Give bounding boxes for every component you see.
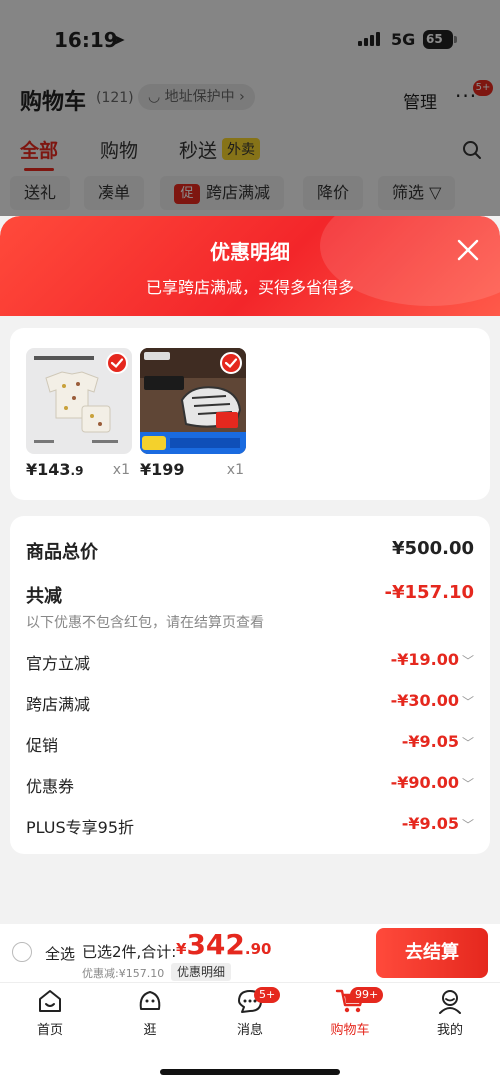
discount-note: 以下优惠不包含红包，请在结算页查看 <box>26 615 264 631</box>
discount-label: 促销 <box>26 736 59 755</box>
discount-label: PLUS专享95折 <box>26 818 134 837</box>
currency-symbol: ¥ <box>176 940 187 958</box>
product-image-shoes <box>140 348 246 454</box>
explore-icon <box>139 991 161 1010</box>
profile-icon <box>439 990 461 1014</box>
product-item[interactable]: ¥143.9 x1 <box>26 348 132 479</box>
discount-amount: -¥19.00 <box>390 650 459 669</box>
price-decimal: .9 <box>70 464 84 478</box>
discount-amount: -¥9.05 <box>401 814 459 833</box>
total-price-label: 商品总价 <box>26 542 98 563</box>
chevron-down-icon: ﹀ <box>461 736 474 750</box>
discount-value: -¥19.00 ﹀ <box>391 650 474 669</box>
discount-value: -¥9.05 ﹀ <box>402 814 474 833</box>
discount-value: -¥30.00 ﹀ <box>391 691 474 710</box>
tab-label: 首页 <box>36 1023 63 1038</box>
chevron-down-icon: ﹀ <box>461 695 474 709</box>
chevron-down-icon: ﹀ <box>461 654 474 668</box>
discount-amount: -¥90.00 <box>390 773 459 792</box>
select-all-radio[interactable] <box>12 942 32 962</box>
product-quantity: x1 <box>112 462 130 478</box>
discount-label: 跨店满减 <box>26 695 91 714</box>
price-summary-card: 商品总价 ¥500.00 共减 -¥157.10 以下优惠不包含红包，请在结算页… <box>10 516 490 854</box>
close-icon[interactable] <box>457 239 479 261</box>
sheet-title: 优惠明细 <box>210 240 290 264</box>
selected-check-icon <box>220 352 242 374</box>
product-image-pajamas <box>26 348 132 454</box>
tab-profile[interactable]: 我的 <box>410 987 490 1038</box>
product-item[interactable]: ¥199 x1 <box>140 348 246 479</box>
selected-products-card: ¥143.9 x1 ¥199 x1 <box>10 328 490 500</box>
total-reduction-label: 共减 <box>26 586 62 607</box>
tab-home[interactable]: 首页 <box>10 987 90 1038</box>
price-main: ¥199 <box>140 460 185 479</box>
tab-cart[interactable]: 99+ 购物车 <box>310 987 390 1038</box>
sheet-header: 优惠明细 已享跨店满减，买得多省得多 <box>0 216 500 316</box>
tab-label: 逛 <box>143 1023 157 1038</box>
chevron-down-icon: ﹀ <box>461 818 474 832</box>
checkout-button[interactable]: 去结算 <box>376 928 488 978</box>
discount-detail-sheet: 优惠明细 已享跨店满减，买得多省得多 ¥143.9 x1 ¥199 x1 商品总… <box>0 216 500 924</box>
tab-label: 购物车 <box>330 1023 370 1038</box>
select-all-label[interactable]: 全选 <box>45 943 75 964</box>
tab-label: 我的 <box>436 1023 463 1038</box>
cart-badge: 99+ <box>350 987 384 1003</box>
chevron-down-icon: ﹀ <box>461 777 474 791</box>
discount-value: -¥90.00 ﹀ <box>391 773 474 792</box>
product-price: ¥143.9 <box>26 460 83 479</box>
selected-info: 已选2件,合计: <box>82 943 177 961</box>
discount-label: 官方立减 <box>26 654 91 673</box>
product-price: ¥199 <box>140 460 185 479</box>
discount-label: 优惠券 <box>26 777 75 796</box>
discount-detail-button[interactable]: 优惠明细 <box>171 963 232 981</box>
tab-explore[interactable]: 逛 <box>110 987 190 1038</box>
checkout-total: ¥342.90 <box>176 928 271 961</box>
total-price-value: ¥500.00 <box>392 538 474 559</box>
checkout-bar: 全选 已选2件,合计: ¥342.90 优惠减:¥157.10 优惠明细 去结算 <box>0 924 500 982</box>
selected-check-icon <box>106 352 128 374</box>
home-icon <box>39 990 61 1012</box>
discount-amount: -¥30.00 <box>390 691 459 710</box>
total-integer: 342 <box>186 928 245 961</box>
discount-summary: 优惠减:¥157.10 <box>82 967 165 980</box>
home-indicator <box>160 1069 340 1075</box>
total-decimal: .90 <box>244 940 272 958</box>
discount-value: -¥9.05 ﹀ <box>402 732 474 751</box>
discount-amount: -¥9.05 <box>401 732 459 751</box>
price-main: ¥143 <box>26 460 71 479</box>
sheet-subtitle: 已享跨店满减，买得多省得多 <box>145 278 354 297</box>
modal-backdrop[interactable] <box>0 0 500 216</box>
total-reduction-value: -¥157.10 <box>384 582 474 603</box>
message-badge: 5+ <box>254 987 281 1003</box>
product-quantity: x1 <box>226 462 244 478</box>
tab-messages[interactable]: 5+ 消息 <box>210 987 290 1038</box>
tab-label: 消息 <box>236 1023 263 1038</box>
